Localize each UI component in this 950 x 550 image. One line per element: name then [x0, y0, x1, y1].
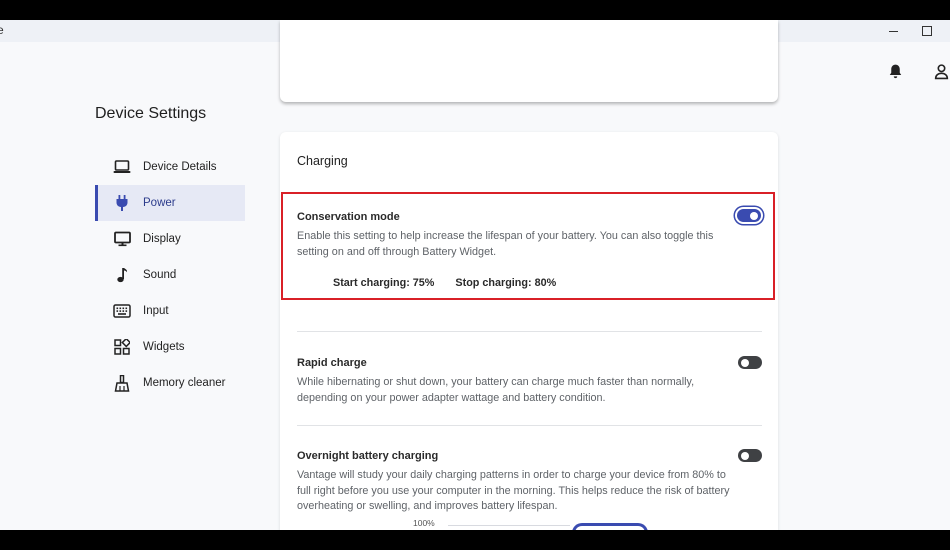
bell-icon: [889, 64, 902, 79]
conservation-mode-title: Conservation mode: [297, 211, 400, 223]
chart-gridline: [448, 525, 570, 526]
nav-item-power[interactable]: Power: [95, 185, 245, 221]
maximize-button[interactable]: [910, 20, 944, 42]
previous-section-card: [280, 20, 778, 102]
window-title: e: [0, 23, 4, 37]
start-charging-value: Start charging: 75%: [333, 277, 435, 289]
overnight-charging-toggle[interactable]: [738, 449, 762, 462]
laptop-icon: [112, 157, 132, 177]
nav-item-memory-cleaner[interactable]: Memory cleaner: [95, 365, 245, 401]
nav-item-label: Widgets: [143, 341, 185, 353]
toggle-knob: [741, 451, 749, 460]
divider: [297, 425, 762, 426]
account-button[interactable]: [933, 63, 950, 85]
toggle-knob: [741, 358, 749, 367]
nav-item-input[interactable]: Input: [95, 293, 245, 329]
charging-section-title: Charging: [297, 154, 348, 168]
page-title: Device Settings: [95, 105, 207, 122]
widgets-icon: [112, 337, 132, 357]
nav-item-label: Sound: [143, 269, 177, 281]
nav-item-sound[interactable]: Sound: [95, 257, 245, 293]
app-window: e Device Settings Device Details Power D…: [0, 20, 950, 530]
nav-item-display[interactable]: Display: [95, 221, 245, 257]
conservation-mode-description: Enable this setting to help increase the…: [297, 230, 714, 258]
toggle-knob: [750, 211, 758, 220]
rapid-charge-description: While hibernating or shut down, your bat…: [297, 376, 695, 404]
charging-card: Charging Conservation mode Enable this s…: [280, 132, 778, 530]
nav-item-label: Display: [143, 233, 181, 245]
minimize-button[interactable]: [876, 20, 910, 42]
chart-indicator: [572, 523, 648, 530]
conservation-mode-toggle[interactable]: [737, 209, 761, 222]
keyboard-icon: [112, 301, 132, 321]
nav-item-widgets[interactable]: Widgets: [95, 329, 245, 365]
nav-item-device-details[interactable]: Device Details: [95, 149, 245, 185]
settings-nav: Device Details Power Display Sound Input: [95, 149, 245, 401]
conservation-thresholds: Start charging: 75% Stop charging: 80%: [333, 277, 574, 289]
nav-item-label: Power: [143, 197, 176, 209]
plug-icon: [112, 193, 132, 213]
nav-item-label: Input: [143, 305, 169, 317]
overnight-charging-description: Vantage will study your daily charging p…: [297, 469, 730, 512]
notifications-button[interactable]: [887, 63, 904, 85]
broom-icon: [112, 373, 132, 393]
overnight-charging-title: Overnight battery charging: [297, 450, 439, 462]
music-note-icon: [112, 265, 132, 285]
user-icon: [934, 64, 949, 80]
chart-axis-label: 100%: [413, 518, 435, 528]
stop-charging-value: Stop charging: 80%: [455, 277, 557, 289]
settings-content: Charging Conservation mode Enable this s…: [280, 20, 780, 530]
divider: [297, 331, 762, 332]
nav-item-label: Memory cleaner: [143, 377, 226, 389]
minimize-icon: [888, 30, 898, 32]
nav-item-label: Device Details: [143, 161, 217, 173]
monitor-icon: [112, 229, 132, 249]
maximize-icon: [922, 26, 932, 36]
rapid-charge-toggle[interactable]: [738, 356, 762, 369]
rapid-charge-title: Rapid charge: [297, 357, 367, 369]
